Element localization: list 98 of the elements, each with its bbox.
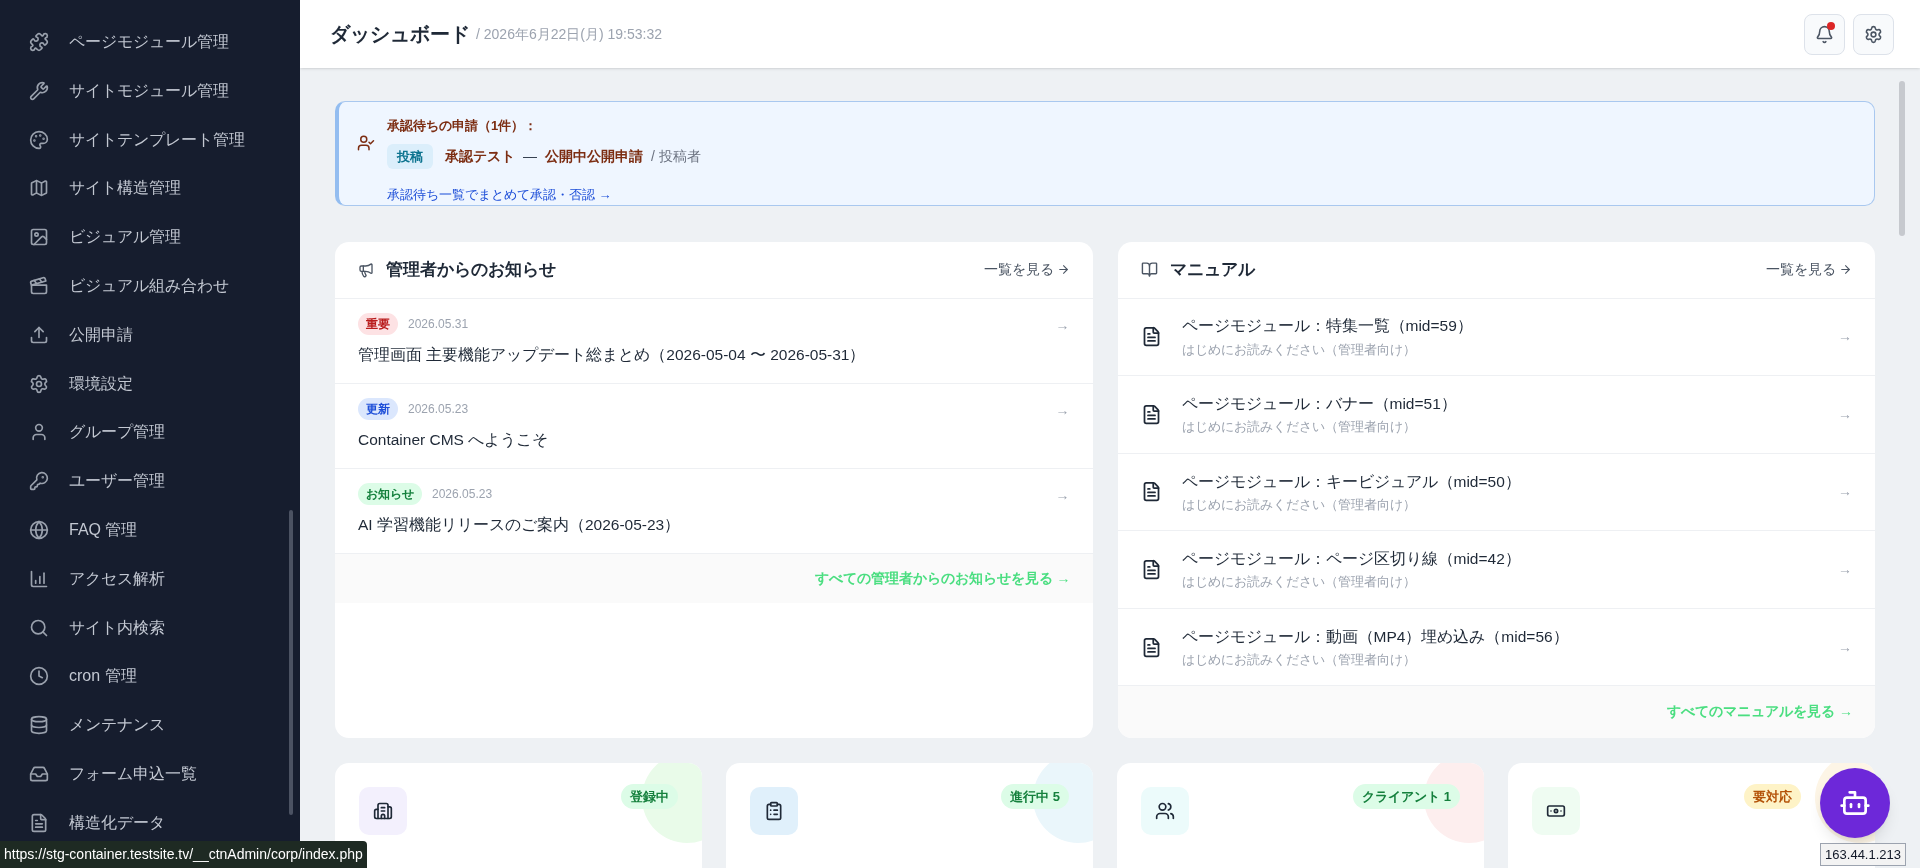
puzzle-icon	[29, 32, 49, 52]
sidebar-item[interactable]: フォーム申込一覧	[0, 755, 300, 792]
approval-title: 承認待ちの申請（1件）：	[387, 117, 539, 135]
manual-item[interactable]: ページモジュール：ページ区切り線（mid=42） はじめにお読みください（管理者向け） →	[1117, 531, 1875, 609]
arrow: →	[1838, 404, 1852, 424]
arrow-icon	[1056, 263, 1070, 276]
manual-subtitle: はじめにお読みください（管理者向け）	[1181, 651, 1417, 670]
globe-icon	[29, 519, 49, 540]
settings-icon	[29, 373, 49, 394]
bell-icon	[1815, 24, 1834, 44]
category-tag: お知らせ	[358, 482, 422, 505]
manual-title: ページモジュール：特集一覧（mid=59）	[1181, 316, 1474, 337]
sidebar-item[interactable]: アクセス解析	[0, 560, 300, 597]
arrow: →	[1055, 485, 1070, 505]
news-title: Container CMS へようこそ	[358, 429, 550, 450]
manual-item[interactable]: ページモジュール：キービジュアル（mid=50） はじめにお読みください（管理者向け） →	[1117, 453, 1875, 532]
arrow: →	[1838, 482, 1852, 502]
status-badge: クライアント 1	[1353, 783, 1460, 809]
news-date: 2026.05.23	[432, 485, 493, 503]
megaphone-icon	[358, 261, 374, 278]
datetime: / 2026年6月22日(月) 19:53:32	[476, 24, 662, 44]
status-badge: 進行中 5	[1001, 783, 1069, 809]
request-title: 承認テスト	[445, 146, 515, 166]
wrench-icon	[29, 80, 49, 101]
sidebar-item[interactable]: ユーザー管理	[0, 463, 300, 500]
manual-subtitle: はじめにお読みください（管理者向け）	[1181, 573, 1417, 592]
upload-icon	[29, 324, 49, 345]
status-url: https://stg-container.testsite.tv/__ctnAdmin/corp/index.php	[0, 841, 367, 868]
user-check-icon	[357, 134, 375, 152]
palette-icon	[29, 129, 49, 150]
chart-icon	[29, 568, 49, 589]
book-icon	[1140, 261, 1158, 278]
sidebar-item[interactable]: サイトモジュール管理	[0, 72, 300, 109]
arrow: →	[1838, 327, 1852, 347]
sidebar-item[interactable]: サイトテンプレート管理	[0, 121, 300, 158]
arrow: →	[1055, 400, 1070, 420]
key-icon	[29, 471, 49, 492]
arrow: →	[1838, 560, 1852, 580]
approval-link[interactable]: 承認待ち一覧でまとめて承認・否認 →	[387, 185, 701, 205]
document-icon	[29, 812, 49, 833]
manual-title: ページモジュール：ページ区切り線（mid=42）	[1181, 549, 1522, 570]
view-all-link[interactable]: 一覧を見る	[983, 259, 1070, 280]
sidebar-item[interactable]: サイト構造管理	[0, 170, 300, 207]
arrow: →	[1838, 637, 1852, 657]
view-all-link[interactable]: 一覧を見る	[1766, 259, 1852, 280]
news-item[interactable]: 重要 2026.05.31 管理画面 主要機能アップデート総まとめ（2026-05-04 〜 2026-05-31） →	[335, 298, 1093, 384]
clapperboard-icon	[29, 276, 49, 296]
news-date: 2026.05.23	[408, 400, 469, 418]
page-title: ダッシュボード	[330, 22, 470, 47]
sidebar-item[interactable]: ビジュアル管理	[0, 219, 300, 256]
card-title: 管理者からのお知らせ	[386, 258, 556, 281]
request-role: / 投稿者	[651, 146, 701, 166]
clock-icon	[29, 666, 49, 687]
settings-icon	[1864, 24, 1883, 44]
news-title: AI 学習機能リリースのご案内（2026-05-23）	[358, 514, 682, 535]
manual-title: ページモジュール：キービジュアル（mid=50）	[1181, 471, 1522, 492]
manual-subtitle: はじめにお読みください（管理者向け）	[1181, 495, 1417, 514]
arrow: →	[1055, 315, 1070, 335]
card-title: マニュアル	[1169, 258, 1255, 281]
sidebar-item[interactable]: ビジュアル組み合わせ	[0, 268, 300, 304]
dash: —	[523, 146, 537, 166]
users-icon	[1155, 800, 1175, 821]
search-icon	[29, 617, 49, 638]
manual-item[interactable]: ページモジュール：特集一覧（mid=59） はじめにお読みください（管理者向け） →	[1117, 298, 1875, 377]
news-date: 2026.05.31	[408, 315, 469, 333]
type-tag: 投稿	[387, 143, 433, 169]
clipboard-icon	[764, 800, 784, 821]
sidebar-item[interactable]: 環境設定	[0, 365, 300, 402]
request-status: 公開中公開申請	[545, 146, 643, 166]
sidebar-item[interactable]: cron 管理	[0, 658, 300, 695]
sidebar-item[interactable]: 公開申請	[0, 316, 300, 353]
sidebar-item[interactable]: FAQ 管理	[0, 511, 300, 548]
manual-item[interactable]: ページモジュール：バナー（mid=51） はじめにお読みください（管理者向け） →	[1117, 376, 1875, 454]
notification-button[interactable]	[1804, 13, 1845, 55]
category-tag: 重要	[358, 312, 398, 335]
manual-subtitle: はじめにお読みください（管理者向け）	[1181, 340, 1417, 359]
status-badge: 登録中	[621, 783, 678, 809]
sidebar-item[interactable]: メンテナンス	[0, 707, 300, 744]
user-icon	[29, 422, 49, 443]
news-title: 管理画面 主要機能アップデート総まとめ（2026-05-04 〜 2026-05-31）	[358, 344, 867, 365]
arrow-icon	[1839, 263, 1852, 276]
sidebar-item[interactable]: サイト内検索	[0, 609, 300, 646]
status-badge: 要対応	[1744, 783, 1801, 809]
ip-label: 163.44.1.213	[1820, 842, 1906, 866]
sidebar-item[interactable]: グループ管理	[0, 414, 300, 451]
manual-subtitle: はじめにお読みください（管理者向け）	[1181, 418, 1417, 437]
sidebar-item[interactable]: ページモジュール管理	[0, 24, 300, 60]
manual-title: ページモジュール：バナー（mid=51）	[1181, 394, 1458, 414]
settings-button[interactable]	[1853, 13, 1894, 55]
sidebar-item[interactable]: 構造化データ	[0, 804, 300, 841]
news-item[interactable]: 更新 2026.05.23 Container CMS へようこそ →	[335, 383, 1093, 469]
map-icon	[29, 178, 49, 199]
category-tag: 更新	[358, 397, 398, 420]
image-icon	[29, 227, 49, 248]
news-item[interactable]: お知らせ 2026.05.23 AI 学習機能リリースのご案内（2026-05-23） →	[335, 468, 1093, 554]
building-icon	[373, 800, 393, 821]
manual-title: ページモジュール：動画（MP4）埋め込み（mid=56）	[1181, 626, 1570, 647]
database-icon	[29, 715, 49, 736]
